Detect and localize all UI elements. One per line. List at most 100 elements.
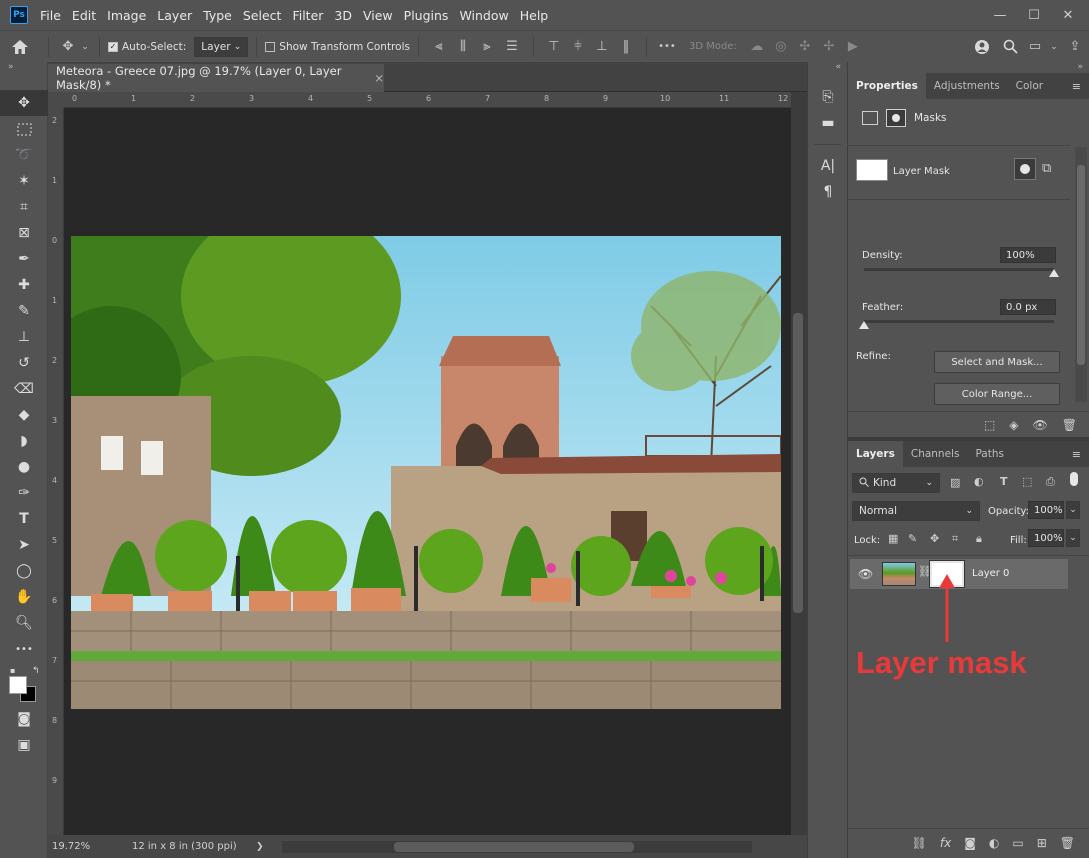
distribute-vertical-icon[interactable]: ‖ [614,39,638,54]
close-tab-icon[interactable]: × [374,71,384,85]
lock-transparent-icon[interactable]: ▦ [888,532,898,545]
lock-artboard-icon[interactable]: ⌗ [952,532,958,546]
properties-scrollbar[interactable] [1075,147,1087,402]
filter-pixel-icon[interactable]: ▨ [950,476,960,489]
zoom-tool-icon[interactable]: 🔍︎ [0,610,48,636]
clone-stamp-icon[interactable]: ⊥ [0,324,48,350]
type-tool-icon[interactable]: T [0,506,48,532]
3d-pan-icon[interactable]: ✣ [793,39,817,54]
sponge-tool-icon[interactable]: ● [0,454,48,480]
density-input[interactable]: 100% [1000,247,1056,263]
search-icon[interactable] [997,39,1023,54]
filter-adjustment-icon[interactable]: ◐ [974,475,984,488]
lasso-tool-icon[interactable]: ➰ [0,142,48,168]
share-user-icon[interactable] [967,39,997,55]
collapse-icon[interactable]: » [848,62,1089,73]
history-panel-icon[interactable]: ⎘ [808,84,848,110]
dodge-tool-icon[interactable]: ◗ [0,428,48,454]
tab-properties[interactable]: Properties [848,73,926,99]
3d-roll-icon[interactable]: ◎ [769,39,793,54]
edit-toolbar-icon[interactable]: ••• [0,636,48,662]
align-top-icon[interactable]: ⊤ [542,39,566,54]
move-tool-preset-icon[interactable]: ✥ [57,39,79,54]
tab-paths[interactable]: Paths [967,441,1012,467]
trash-icon[interactable]: 🗑︎ [1060,836,1075,850]
home-icon[interactable] [0,39,40,55]
eraser-tool-icon[interactable]: ⌫ [0,376,48,402]
comments-panel-icon[interactable]: ▬ [808,110,848,136]
tab-channels[interactable]: Channels [903,441,968,467]
lock-all-icon[interactable]: 🔒︎ [976,532,982,546]
character-panel-icon[interactable]: A| [808,153,848,179]
chevron-down-icon[interactable]: ⌄ [79,42,91,52]
move-tool-icon[interactable]: ✥ [0,90,48,116]
status-menu-arrow[interactable]: ❯ [256,842,264,852]
visibility-eye-icon[interactable]: 👁︎ [1033,418,1048,432]
layer-row[interactable]: 👁︎ ⛓ Layer 0 [850,559,1068,589]
document-tab[interactable]: Meteora - Greece 07.jpg @ 19.7% (Layer 0… [48,64,384,92]
foreground-color-swatch[interactable] [9,676,27,694]
feather-slider-knob[interactable] [859,321,869,329]
hand-tool-icon[interactable]: ✋ [0,584,48,610]
feather-input[interactable]: 0.0 px [1000,299,1056,315]
close-window-button[interactable]: ✕ [1051,4,1085,26]
new-layer-icon[interactable]: ⊞ [1037,836,1047,850]
chevron-down-icon[interactable]: ⌄ [1066,501,1080,519]
align-left-icon[interactable]: ⫷ [427,39,451,54]
menu-filter[interactable]: Filter [292,8,323,23]
3d-slide-icon[interactable]: ✢ [817,39,841,54]
document-photo[interactable] [71,236,781,709]
align-right-icon[interactable]: ⫸ [475,39,499,54]
lock-position-icon[interactable]: ✥ [930,532,939,545]
align-center-icon[interactable]: ⫼ [451,39,475,54]
menu-type[interactable]: Type [203,8,232,23]
auto-select-checkbox[interactable]: ✓ [108,41,118,52]
panel-menu-icon[interactable]: ≡ [1072,448,1081,461]
tab-adjustments[interactable]: Adjustments [926,73,1008,99]
maximize-button[interactable]: ☐ [1017,4,1051,26]
layers-scrollbar[interactable] [1075,557,1087,827]
screen-mode-icon[interactable]: ▣ [0,732,48,758]
menu-help[interactable]: Help [520,8,549,23]
kind-filter-dropdown[interactable]: Kind ⌄ [852,473,940,493]
layer-mask-icon[interactable] [886,109,906,127]
filter-toggle-icon[interactable] [1070,472,1078,486]
horizontal-scrollbar[interactable] [281,840,752,853]
load-selection-icon[interactable]: ⬚ [984,418,995,432]
paragraph-panel-icon[interactable]: ¶ [808,179,848,205]
chevron-down-icon[interactable]: ⌄ [1047,42,1061,52]
auto-select-dropdown[interactable]: Layer ⌄ [194,36,249,57]
show-transform-checkbox[interactable] [265,41,276,52]
marquee-tool-icon[interactable] [0,116,48,142]
pen-tool-icon[interactable]: ✑ [0,480,48,506]
add-mask-icon[interactable]: ◙ [964,836,976,850]
feather-slider[interactable] [859,319,1054,331]
quick-mask-icon[interactable]: ◙ [0,706,48,732]
3d-orbit-icon[interactable]: ☁ [745,39,769,54]
align-bottom-icon[interactable]: ⊥ [590,39,614,54]
select-mask-icon[interactable] [1014,158,1036,180]
opacity-input[interactable]: 100% [1028,501,1064,519]
tab-layers[interactable]: Layers [848,441,903,467]
menu-select[interactable]: Select [243,8,282,23]
menu-view[interactable]: View [363,8,393,23]
eyedropper-icon[interactable]: ✒ [0,246,48,272]
density-slider-knob[interactable] [1049,269,1059,277]
panel-menu-icon[interactable]: ≡ [1072,80,1081,93]
brush-tool-icon[interactable]: ✎ [0,298,48,324]
trash-icon[interactable]: 🗑︎ [1062,418,1077,432]
healing-brush-icon[interactable]: ✚ [0,272,48,298]
scrollbar-thumb[interactable] [793,313,803,613]
filter-shape-icon[interactable]: ⬚ [1022,475,1032,488]
menu-plugins[interactable]: Plugins [404,8,449,23]
filter-type-icon[interactable]: T [1000,475,1008,488]
crop-tool-icon[interactable]: ⌗ [0,194,48,220]
history-brush-icon[interactable]: ↺ [0,350,48,376]
chevron-down-icon[interactable]: ⌄ [1066,529,1080,547]
color-swatches[interactable]: ▪ ↰ [0,666,47,706]
menu-image[interactable]: Image [107,8,146,23]
scrollbar-thumb[interactable] [393,841,634,852]
paint-bucket-icon[interactable]: ◆ [0,402,48,428]
lock-image-icon[interactable]: ✎ [908,532,917,545]
pixel-mask-icon[interactable] [862,111,878,125]
